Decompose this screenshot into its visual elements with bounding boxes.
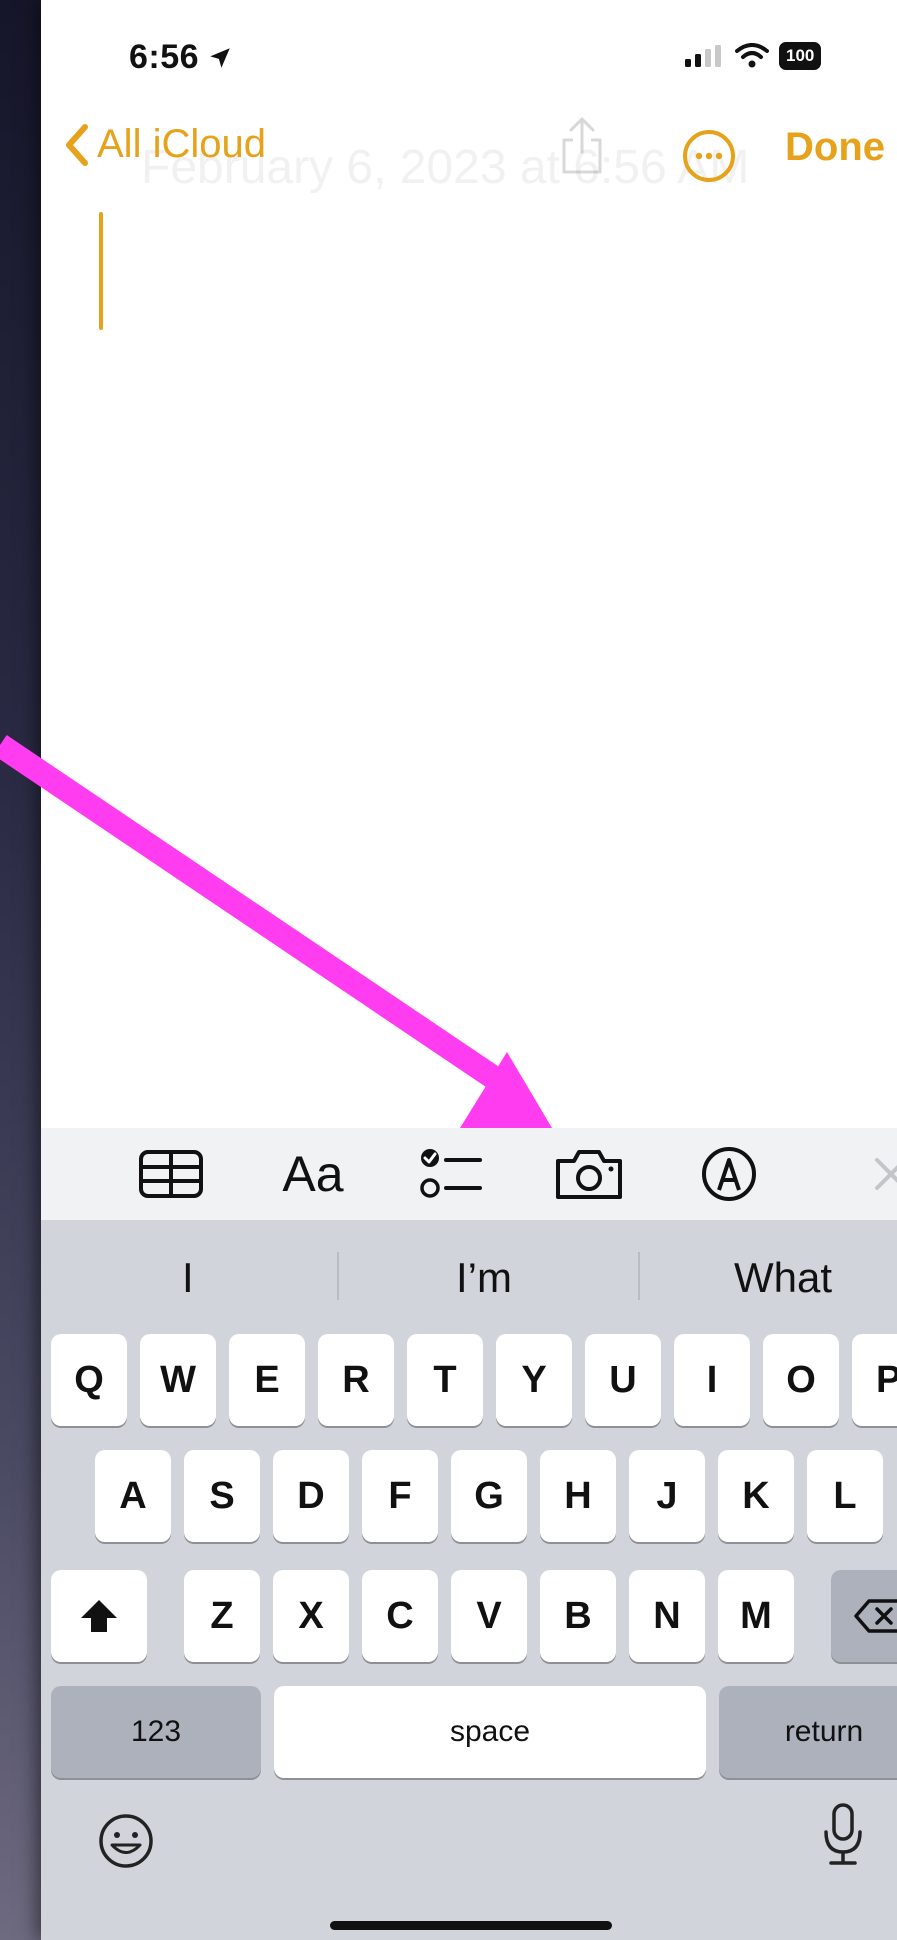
key-z[interactable]: Z — [184, 1570, 260, 1662]
chevron-left-icon — [66, 123, 88, 166]
key-f[interactable]: F — [362, 1450, 438, 1542]
predictive-bar: I I’m What — [41, 1220, 897, 1330]
suggestion-divider — [337, 1252, 339, 1300]
format-button[interactable]: Aa — [263, 1128, 363, 1220]
return-key[interactable]: return — [719, 1686, 897, 1778]
suggestion-2[interactable]: I’m — [456, 1254, 512, 1302]
microphone-icon — [824, 1803, 862, 1865]
table-button[interactable] — [131, 1128, 211, 1220]
done-button[interactable]: Done — [785, 125, 885, 170]
key-j[interactable]: J — [629, 1450, 705, 1542]
key-l[interactable]: L — [807, 1450, 883, 1542]
emoji-button[interactable] — [97, 1812, 155, 1875]
home-indicator — [330, 1921, 612, 1930]
battery-indicator: 100 — [779, 42, 822, 70]
dictation-button[interactable] — [821, 1802, 865, 1873]
key-m[interactable]: M — [718, 1570, 794, 1662]
table-icon — [139, 1150, 203, 1198]
delete-backspace-icon — [854, 1599, 897, 1633]
text-cursor — [99, 212, 103, 330]
key-e[interactable]: E — [229, 1334, 305, 1426]
key-w[interactable]: W — [140, 1334, 216, 1426]
shift-key[interactable] — [51, 1570, 147, 1662]
checklist-icon — [420, 1149, 482, 1198]
key-o[interactable]: O — [763, 1334, 839, 1426]
suggestion-3[interactable]: What — [734, 1254, 832, 1302]
camera-icon — [556, 1150, 622, 1199]
checklist-button[interactable] — [411, 1128, 491, 1220]
more-options-button[interactable] — [681, 128, 737, 189]
suggestion-1[interactable]: I — [182, 1254, 194, 1302]
shift-arrow-icon — [81, 1600, 117, 1632]
camera-button[interactable] — [549, 1128, 629, 1220]
suggestion-divider — [638, 1252, 640, 1300]
delete-key[interactable] — [831, 1570, 897, 1662]
notes-screen: 6:56 100 February 6, 2023 at 6:56 AM All… — [41, 0, 897, 1940]
status-time: 6:56 — [129, 38, 233, 77]
keyboard: I I’m What Q W E R T Y U I O P A S D F G… — [41, 1220, 897, 1940]
key-y[interactable]: Y — [496, 1334, 572, 1426]
key-u[interactable]: U — [585, 1334, 661, 1426]
key-c[interactable]: C — [362, 1570, 438, 1662]
key-s[interactable]: S — [184, 1450, 260, 1542]
key-q[interactable]: Q — [51, 1334, 127, 1426]
status-icons: 100 — [685, 42, 822, 70]
key-i[interactable]: I — [674, 1334, 750, 1426]
key-k[interactable]: K — [718, 1450, 794, 1542]
numbers-key[interactable]: 123 — [51, 1686, 261, 1778]
markup-button[interactable] — [689, 1128, 769, 1220]
cellular-signal-icon — [685, 45, 721, 67]
key-x[interactable]: X — [273, 1570, 349, 1662]
ellipsis-circle-icon — [683, 130, 735, 182]
key-v[interactable]: V — [451, 1570, 527, 1662]
key-b[interactable]: B — [540, 1570, 616, 1662]
back-button[interactable]: All iCloud — [63, 122, 266, 167]
location-arrow-icon — [210, 47, 230, 68]
key-d[interactable]: D — [273, 1450, 349, 1542]
wifi-icon — [735, 43, 769, 68]
key-r[interactable]: R — [318, 1334, 394, 1426]
emoji-icon — [99, 1814, 153, 1868]
key-t[interactable]: T — [407, 1334, 483, 1426]
key-h[interactable]: H — [540, 1450, 616, 1542]
share-icon — [562, 117, 602, 174]
close-icon — [875, 1158, 897, 1190]
time-text: 6:56 — [129, 38, 200, 76]
share-button[interactable] — [556, 116, 608, 181]
markup-icon — [702, 1147, 756, 1201]
key-a[interactable]: A — [95, 1450, 171, 1542]
key-n[interactable]: N — [629, 1570, 705, 1662]
format-toolbar: Aa — [41, 1128, 897, 1220]
space-key[interactable]: space — [274, 1686, 706, 1778]
key-g[interactable]: G — [451, 1450, 527, 1542]
close-toolbar-button[interactable] — [871, 1128, 897, 1220]
back-label: All iCloud — [97, 122, 266, 166]
key-p[interactable]: P — [852, 1334, 897, 1426]
